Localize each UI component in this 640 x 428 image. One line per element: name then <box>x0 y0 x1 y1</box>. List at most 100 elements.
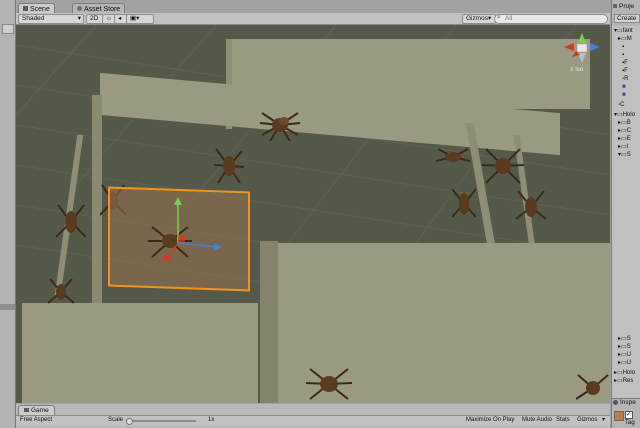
gizmo-x-handle[interactable] <box>164 255 170 261</box>
gameobject-cube-icon <box>614 411 624 421</box>
game-gizmos-dropdown[interactable]: Gizmos <box>577 417 597 423</box>
aspect-dropdown[interactable]: Free Aspect <box>20 417 52 423</box>
tree-item[interactable]: ▾▭S <box>618 152 631 159</box>
spider-model[interactable] <box>516 185 546 229</box>
tree-item[interactable]: ▾▭fant <box>614 28 633 35</box>
spider-model[interactable] <box>482 145 524 187</box>
folder-icon: ▾▭ <box>614 28 623 34</box>
texture-icon: ■ <box>622 92 626 98</box>
tree-item[interactable]: ▸▭S <box>618 336 631 343</box>
tab-game[interactable]: Game <box>18 405 55 415</box>
search-placeholder: All <box>505 15 513 22</box>
inspector-title[interactable]: Inspe <box>620 399 636 406</box>
tree-item[interactable]: ▾▭Holo <box>614 112 635 119</box>
tree-item[interactable]: ■ <box>622 84 626 91</box>
file-icon: ▪ <box>622 52 625 58</box>
scale-label: Scale <box>108 417 124 423</box>
tree-item[interactable]: ▪ <box>622 52 624 59</box>
spider-model[interactable] <box>48 275 74 309</box>
spider-model[interactable] <box>304 365 354 403</box>
projection-label[interactable]: ≡ Iso <box>570 67 583 73</box>
game-tab-icon <box>24 408 29 412</box>
folder-icon: ▸▭ <box>614 378 623 384</box>
tree-item[interactable]: ▸▭Res <box>614 378 633 385</box>
scene-viewport[interactable]: ≡ Iso <box>16 25 610 403</box>
active-checkbox[interactable]: ✓ <box>625 411 633 419</box>
floor-block-left <box>22 303 258 403</box>
folder-icon: ▸▭ <box>618 352 627 358</box>
folder-icon: ▸▭ <box>618 128 627 134</box>
gizmo-arrow-z-icon[interactable] <box>214 243 222 251</box>
scale-slider[interactable] <box>126 418 196 425</box>
scene-tab-icon <box>23 6 28 11</box>
tree-item[interactable]: ▫C <box>618 102 624 109</box>
scene-toolbar: Shaded ▾ 2D ☼ ◂ ▣▾ Gizmos▾ ⌕ All <box>16 13 610 25</box>
tree-item[interactable]: ■ <box>622 92 626 99</box>
info-icon <box>613 400 618 405</box>
tree-item[interactable]: ▸▭M <box>618 36 632 43</box>
project-panel-title[interactable]: Proje <box>619 3 634 10</box>
move-tool-gizmo[interactable] <box>156 195 226 265</box>
spider-model[interactable] <box>576 373 610 403</box>
collapse-toggle[interactable] <box>2 24 14 34</box>
tree-item[interactable]: ▸▭B <box>618 120 631 127</box>
inspector-panel: Inspe ✓ Tag <box>612 398 640 428</box>
scene-search-field[interactable]: ⌕ All <box>494 14 608 24</box>
axis-cube-icon[interactable] <box>562 31 602 65</box>
tab-scene-label: Scene <box>30 6 50 13</box>
mute-audio-toggle[interactable]: Mute Audio <box>522 417 552 423</box>
gizmo-plane-handle[interactable] <box>178 235 185 242</box>
orientation-gizmo[interactable]: ≡ Iso <box>562 31 602 77</box>
gizmo-axis-x[interactable] <box>167 242 179 258</box>
tree-item[interactable]: ▸▭C <box>618 128 631 135</box>
scale-slider-handle[interactable] <box>126 418 133 425</box>
projection-label-text: Iso <box>575 67 584 73</box>
right-panel: Proje Create ▾▭fant ▸▭M ▪ ▪ ▪F ▪F ▪R ■ ■… <box>611 0 640 428</box>
chevron-down-icon: ▾ <box>602 417 606 423</box>
asset-store-icon <box>77 6 82 11</box>
panel-resize-handle[interactable] <box>0 304 15 310</box>
tree-item[interactable]: ▪ <box>622 44 624 51</box>
spider-model[interactable] <box>256 107 304 143</box>
tree-item[interactable]: ▸▭U <box>618 352 631 359</box>
spider-model[interactable] <box>452 181 476 227</box>
project-header: Proje Create <box>612 0 640 26</box>
chevron-down-icon: ▾ <box>136 15 140 22</box>
spider-model[interactable] <box>214 143 244 189</box>
gizmo-arrow-y-icon[interactable] <box>174 197 182 205</box>
tree-item[interactable]: ▪F <box>622 68 628 75</box>
tab-asset-store-label: Asset Store <box>84 6 121 13</box>
chevron-down-icon: ▾ <box>77 15 81 22</box>
tree-item[interactable]: ▸▭E <box>618 136 631 143</box>
gizmos-dropdown[interactable]: Gizmos▾ <box>462 14 496 24</box>
game-toolbar: Free Aspect Scale 1x Maximize On Play Mu… <box>16 415 610 426</box>
sun-icon: ☼ <box>106 15 112 22</box>
folder-icon: ▸▭ <box>618 36 627 42</box>
folder-icon: ▸▭ <box>614 370 623 376</box>
folder-icon: ▸▭ <box>618 144 627 150</box>
tree-item[interactable]: ▸▭U <box>618 360 631 367</box>
tree-item[interactable]: ▸▭S <box>618 344 631 351</box>
chevron-down-icon: ▾ <box>488 15 492 22</box>
stats-toggle[interactable]: Stats <box>556 417 570 423</box>
maximize-on-play-toggle[interactable]: Maximize On Play <box>466 417 514 423</box>
shading-mode-dropdown[interactable]: Shaded ▾ <box>18 14 84 24</box>
folder-icon: ▸▭ <box>618 120 627 126</box>
tree-item[interactable]: ▪F <box>622 60 628 67</box>
file-icon: ▪ <box>622 44 625 50</box>
project-tab-icon <box>613 4 617 8</box>
scale-value: 1x <box>208 417 215 423</box>
spider-model[interactable] <box>436 147 470 167</box>
tree-item[interactable]: ▸▭Holo <box>614 370 635 377</box>
spider-model[interactable] <box>56 199 86 245</box>
tree-item[interactable]: ▪R <box>622 76 628 83</box>
game-view: Game Free Aspect Scale 1x Maximize On Pl… <box>16 404 610 428</box>
create-button[interactable]: Create <box>614 14 640 23</box>
tree-item[interactable]: ▸▭I <box>618 144 628 151</box>
folder-icon: ▸▭ <box>618 336 627 342</box>
gizmos-label: Gizmos <box>466 15 489 22</box>
effects-dropdown[interactable]: ▣▾ <box>126 14 154 24</box>
gizmo-axis-z[interactable] <box>177 242 217 248</box>
speaker-icon: ◂ <box>118 15 122 22</box>
search-icon: ⌕ <box>497 14 501 21</box>
